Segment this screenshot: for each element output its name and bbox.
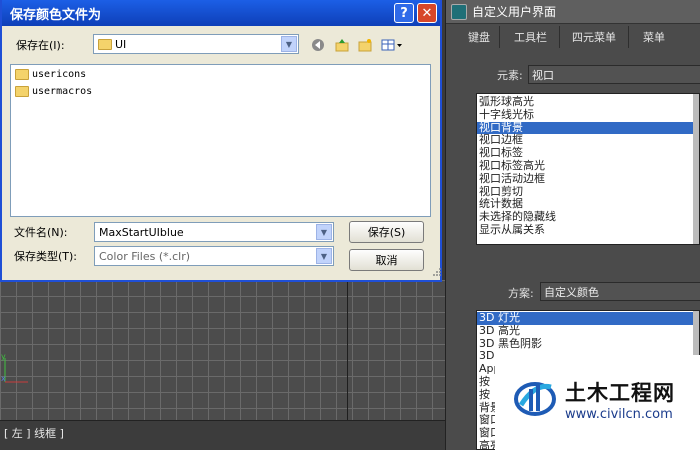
filename-label: 文件名(N):: [14, 226, 68, 239]
panel-title-bar[interactable]: 自定义用户界面: [446, 0, 700, 24]
list-item[interactable]: 3D 高光: [477, 324, 699, 338]
save-in-value: UI: [115, 37, 127, 51]
filename-input[interactable]: MaxStartUIblue ▼: [94, 222, 334, 242]
element-label: 元素:: [497, 69, 523, 82]
back-icon[interactable]: [309, 36, 327, 54]
viewport-label-bar: [ 左 ] 线框 ]: [0, 420, 445, 450]
save-button[interactable]: 保存(S): [349, 221, 424, 243]
resize-grip-icon[interactable]: [430, 266, 442, 278]
tab-keyboard[interactable]: 键盘: [446, 26, 500, 48]
site-watermark: 土木工程网 www.civilcn.com: [495, 355, 700, 450]
list-item[interactable]: 视口标签高光: [477, 159, 699, 173]
save-in-select[interactable]: UI ▼: [93, 34, 299, 54]
list-item[interactable]: 视口活动边框: [477, 172, 699, 186]
list-item[interactable]: 弧形球高光: [477, 95, 699, 109]
view-menu-icon[interactable]: [380, 36, 404, 54]
dialog-title-bar[interactable]: 保存颜色文件为 ? ✕: [2, 0, 440, 26]
up-folder-icon[interactable]: [333, 36, 351, 54]
cancel-button[interactable]: 取消: [349, 249, 424, 271]
save-in-label: 保存在(I):: [16, 39, 65, 52]
new-folder-icon[interactable]: [356, 36, 374, 54]
filetype-value: Color Files (*.clr): [99, 249, 191, 263]
file-list[interactable]: usericons usermacros: [10, 64, 431, 217]
close-button[interactable]: ✕: [417, 3, 437, 23]
axis-y-label: y: [1, 352, 6, 361]
element-list-scrollbar[interactable]: [693, 94, 699, 244]
help-button[interactable]: ?: [394, 3, 414, 23]
scheme-select[interactable]: 自定义颜色: [540, 282, 700, 301]
scheme-label: 方案:: [508, 287, 534, 300]
watermark-url: www.civilcn.com: [565, 407, 673, 422]
civilcn-logo-icon: [514, 382, 556, 416]
folder-icon: [98, 38, 112, 50]
list-item[interactable]: 3D 黑色阴影: [477, 337, 699, 351]
list-item[interactable]: 显示从属关系: [477, 223, 699, 237]
list-item[interactable]: 十字线光标: [477, 108, 699, 122]
filetype-select[interactable]: Color Files (*.clr) ▼: [94, 246, 334, 266]
list-item[interactable]: usericons: [15, 69, 86, 80]
axis-tripod-icon: y x: [1, 352, 28, 383]
chevron-down-icon[interactable]: ▼: [316, 248, 332, 264]
filetype-label: 保存类型(T):: [14, 250, 78, 263]
watermark-site-name: 土木工程网: [565, 381, 675, 405]
element-value: 视口: [532, 68, 554, 82]
viewport-left-wireframe[interactable]: y x [ 左 ] 线框 ]: [0, 280, 445, 450]
chevron-down-icon[interactable]: ▼: [316, 224, 332, 240]
file-name: usericons: [32, 69, 87, 80]
list-item[interactable]: usermacros: [15, 86, 92, 97]
viewport-label[interactable]: [ 左 ] 线框 ]: [4, 425, 64, 441]
file-name: usermacros: [32, 86, 93, 97]
scheme-value: 自定义颜色: [544, 285, 599, 299]
list-item[interactable]: 3D 灯光: [477, 311, 699, 325]
chevron-down-icon[interactable]: ▼: [281, 36, 297, 52]
folder-icon: [15, 69, 29, 80]
save-color-file-dialog: 保存颜色文件为 ? ✕ 保存在(I): UI ▼ usericons userm…: [0, 0, 442, 282]
tab-toolbars[interactable]: 工具栏: [500, 26, 560, 48]
app-icon: [451, 4, 467, 20]
tab-quad-menus[interactable]: 四元菜单: [560, 26, 629, 48]
tab-bar: 键盘 工具栏 四元菜单 菜单: [446, 26, 700, 48]
filename-value: MaxStartUIblue: [99, 225, 184, 239]
dialog-title: 保存颜色文件为: [10, 7, 102, 23]
axis-x-label: x: [1, 374, 6, 383]
viewport-grid-axis-line: [347, 280, 348, 420]
folder-icon: [15, 86, 29, 97]
element-select[interactable]: 视口: [528, 65, 700, 84]
tab-menus[interactable]: 菜单: [629, 26, 674, 48]
panel-title: 自定义用户界面: [472, 5, 557, 19]
element-list[interactable]: 弧形球高光 十字线光标 视口背景 视口边框 视口标签 视口标签高光 视口活动边框 视口剪切 统计…: [476, 93, 700, 245]
